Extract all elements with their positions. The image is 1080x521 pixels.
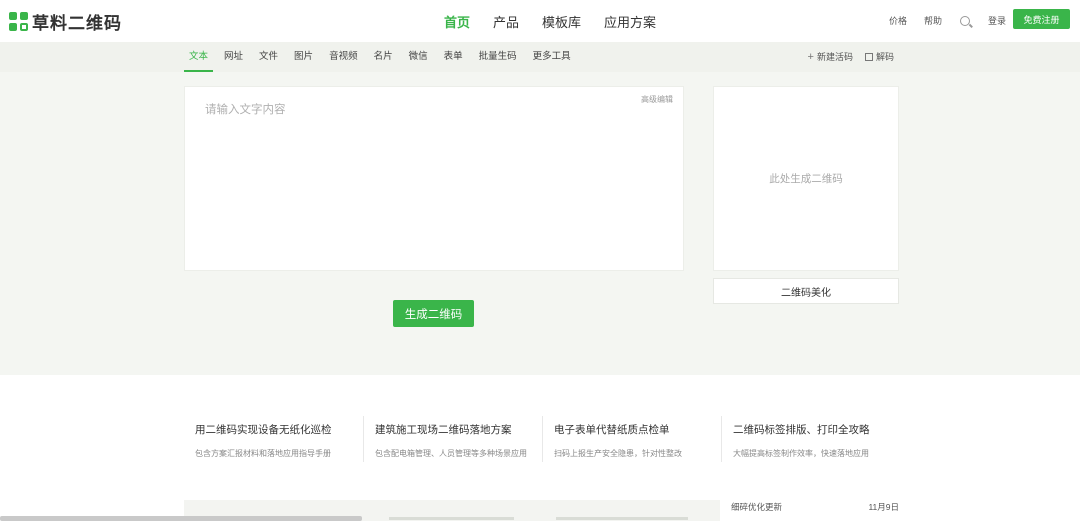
decode-label: 解码 <box>875 52 894 62</box>
article-title: 二维码标签排版、打印全攻略 <box>733 424 870 436</box>
logo[interactable]: 草料二维码 <box>9 9 122 34</box>
tab-form[interactable]: 表单 <box>439 42 468 72</box>
decode-link[interactable]: 解码 <box>864 42 894 72</box>
banner-text-placeholder <box>389 517 514 520</box>
text-content-input[interactable] <box>185 87 683 270</box>
tab-file[interactable]: 文件 <box>254 42 283 72</box>
top-header: 草料二维码 首页 产品 模板库 应用方案 价格 帮助 登录 免费注册 <box>0 0 1080 42</box>
tab-card[interactable]: 名片 <box>369 42 398 72</box>
solution-articles: 用二维码实现设备无纸化巡检 包含方案汇报材料和落地应用指导手册 建筑施工现场二维… <box>184 416 900 462</box>
logo-mark-icon <box>9 12 28 31</box>
text-editor: 高级编辑 <box>184 86 684 271</box>
plus-icon: + <box>807 51 814 63</box>
brand-name: 草料二维码 <box>32 14 122 33</box>
article-desc: 包含配电箱管理、人员管理等多种场景应用 <box>375 449 527 458</box>
tab-text[interactable]: 文本 <box>184 42 214 72</box>
tab-more-tools[interactable]: 更多工具 <box>528 42 576 72</box>
sub-nav-actions: + 新建活码 解码 <box>796 42 894 72</box>
main-nav: 首页 产品 模板库 应用方案 <box>444 12 679 31</box>
banner-text-placeholder <box>556 517 688 520</box>
top-links: 价格 帮助 登录 <box>889 14 1006 27</box>
tab-url[interactable]: 网址 <box>219 42 248 72</box>
price-link[interactable]: 价格 <box>889 14 907 27</box>
tab-media[interactable]: 音视频 <box>324 42 363 72</box>
article-desc: 包含方案汇报材料和落地应用指导手册 <box>195 449 331 458</box>
new-code-label: 新建活码 <box>816 52 853 62</box>
help-link[interactable]: 帮助 <box>924 14 942 27</box>
update-label: 细碎优化更新 <box>731 502 783 512</box>
article-card[interactable]: 电子表单代替纸质点检单 扫码上报生产安全隐患，针对性整改 <box>542 416 721 462</box>
scan-icon <box>864 53 873 61</box>
article-title: 用二维码实现设备无纸化巡检 <box>195 424 332 436</box>
update-item[interactable]: 细碎优化更新 11月9日 <box>731 501 899 513</box>
article-card[interactable]: 建筑施工现场二维码落地方案 包含配电箱管理、人员管理等多种场景应用 <box>363 416 542 462</box>
search-icon[interactable] <box>960 15 971 26</box>
article-card[interactable]: 用二维码实现设备无纸化巡检 包含方案汇报材料和落地应用指导手册 <box>184 416 363 462</box>
horizontal-scrollbar[interactable] <box>0 516 362 521</box>
qr-preview-placeholder: 此处生成二维码 <box>769 173 843 185</box>
qr-beautify-button[interactable]: 二维码美化 <box>713 278 899 304</box>
tab-wechat[interactable]: 微信 <box>404 42 433 72</box>
advanced-edit-link[interactable]: 高级编辑 <box>641 94 673 105</box>
nav-templates[interactable]: 模板库 <box>542 12 581 31</box>
article-desc: 扫码上报生产安全隐患，针对性整改 <box>554 449 682 458</box>
tab-image[interactable]: 图片 <box>289 42 318 72</box>
qr-preview: 此处生成二维码 <box>713 86 899 271</box>
nav-solutions[interactable]: 应用方案 <box>604 12 656 31</box>
code-type-tabs: 文本 网址 文件 图片 音视频 名片 微信 表单 批量生码 更多工具 <box>184 42 582 72</box>
article-desc: 大幅提高标签制作效率，快速落地应用 <box>733 449 869 458</box>
new-code-link[interactable]: + 新建活码 <box>808 42 853 72</box>
generate-qr-button[interactable]: 生成二维码 <box>393 300 474 327</box>
tab-batch[interactable]: 批量生码 <box>474 42 522 72</box>
generator-area: 高级编辑 生成二维码 此处生成二维码 二维码美化 <box>0 72 1080 375</box>
article-card[interactable]: 二维码标签排版、打印全攻略 大幅提高标签制作效率，快速落地应用 <box>721 416 900 462</box>
article-title: 建筑施工现场二维码落地方案 <box>375 424 512 436</box>
login-link[interactable]: 登录 <box>988 14 1006 27</box>
sub-nav-bar: 文本 网址 文件 图片 音视频 名片 微信 表单 批量生码 更多工具 + 新建活… <box>0 42 1080 72</box>
register-button[interactable]: 免费注册 <box>1013 9 1070 29</box>
update-date: 11月9日 <box>868 502 899 512</box>
nav-home[interactable]: 首页 <box>444 12 470 31</box>
article-title: 电子表单代替纸质点检单 <box>554 424 670 436</box>
nav-products[interactable]: 产品 <box>493 12 519 31</box>
